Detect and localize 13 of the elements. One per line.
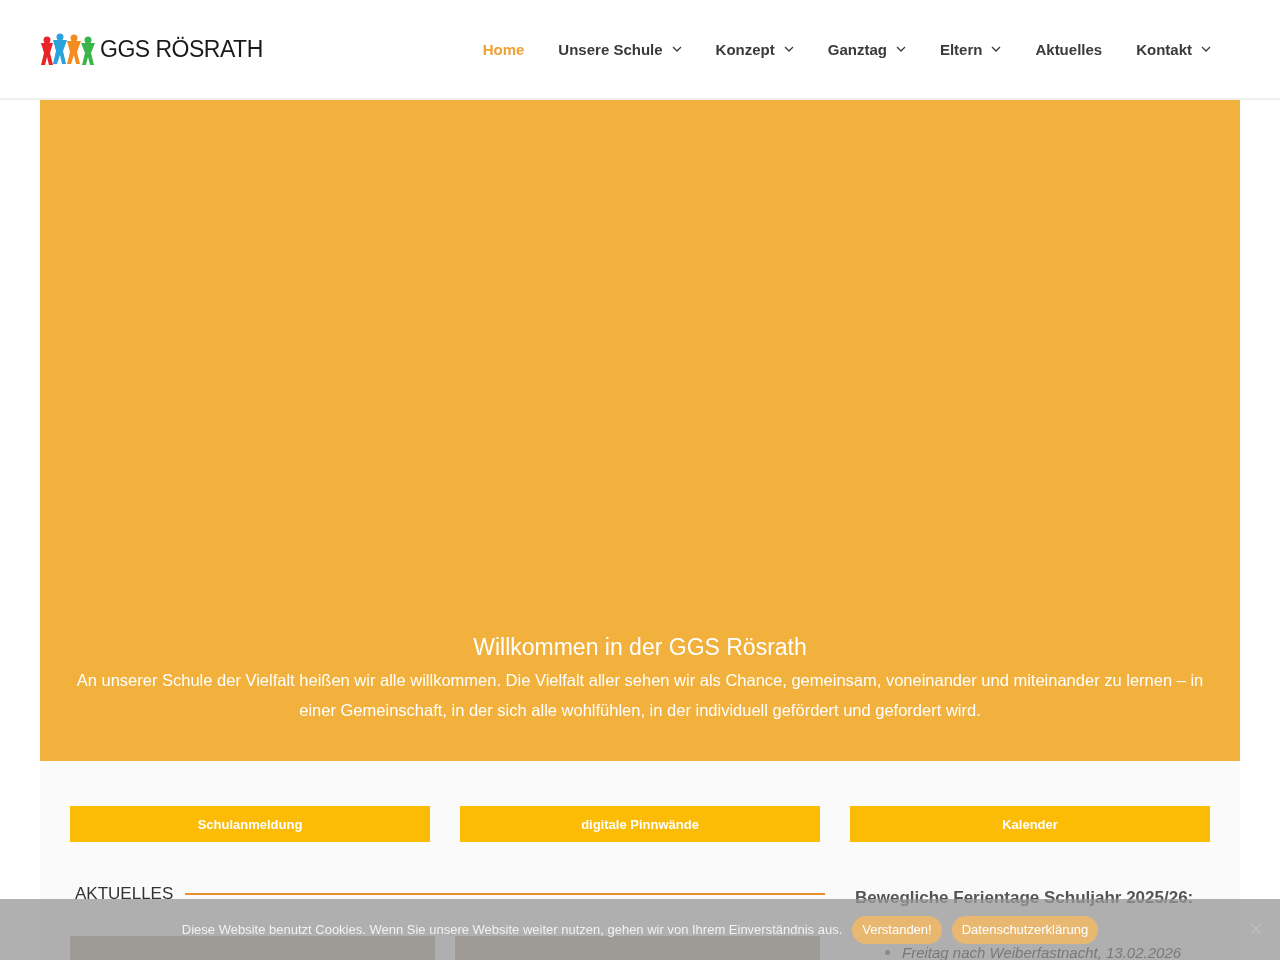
nav-link[interactable]: Unsere Schule	[541, 40, 699, 58]
nav-link[interactable]: Eltern	[922, 40, 1019, 58]
nav-link[interactable]: Ganztag	[810, 40, 923, 58]
nav-link[interactable]: Konzept	[698, 40, 811, 58]
children-logo-icon	[40, 31, 96, 67]
news-heading: AKTUELLES	[75, 884, 174, 904]
hero-text: An unserer Schule der Vielfalt heißen wir alle willkommen. Die Vielfalt aller sehen wir als Chance, gemeinsam, voneinander und miteinander zu lernen – in einer Gemeinschaft, in der sich alle wohlfühlen, in der individuell gefördert und gefordert wird.	[75, 670, 1205, 721]
nav-link[interactable]: Aktuelles	[1018, 40, 1120, 58]
nav-link[interactable]: Kontakt	[1119, 40, 1228, 58]
cookie-notice-text: Diese Website benutzt Cookies. Wenn Sie unsere Website weiter nutzen, gehen wir von Ihrem Einverständnis aus.	[181, 922, 843, 937]
sidebar-heading: Bewegliche Ferientage Schuljahr 2025/26:	[855, 888, 1195, 908]
site-logo-text[interactable]: GGS RÖSRATH	[100, 35, 263, 63]
hero-title: Willkommen in der GGS Rösrath	[473, 634, 807, 661]
